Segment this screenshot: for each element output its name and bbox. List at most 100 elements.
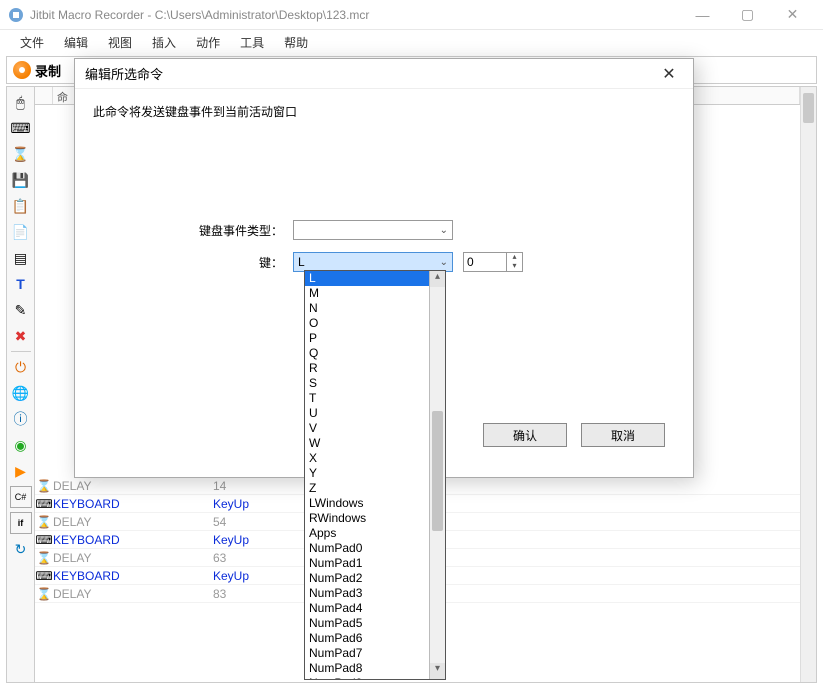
close-button[interactable]: ✕: [770, 1, 815, 29]
menu-help[interactable]: 帮助: [274, 31, 318, 54]
number-spinner[interactable]: ▴▾: [507, 252, 523, 272]
tool-table-icon[interactable]: ▤: [10, 247, 32, 269]
row-command: DELAY: [53, 479, 213, 493]
ok-button[interactable]: 确认: [483, 423, 567, 447]
dropdown-item[interactable]: NumPad3: [305, 586, 429, 601]
vertical-scrollbar[interactable]: [800, 87, 816, 682]
record-label: 录制: [35, 61, 61, 80]
app-icon: [8, 7, 24, 23]
left-toolbar: 🖱 ⌨ ⌛ 💾 📋 📄 ▤ T ✎ ✖ ⏻ 🌐 ⓘ ◉ ▶ C# if ↻: [7, 87, 35, 682]
dropdown-item[interactable]: O: [305, 316, 429, 331]
toolbar-separator: [11, 351, 31, 352]
row-icon: ⌨: [35, 533, 53, 547]
scroll-down-icon[interactable]: ▾: [430, 663, 445, 679]
dropdown-item[interactable]: NumPad4: [305, 601, 429, 616]
record-button[interactable]: 录制: [7, 59, 67, 82]
scroll-up-icon[interactable]: ▴: [430, 271, 445, 287]
row-command: DELAY: [53, 587, 213, 601]
dropdown-item[interactable]: RWindows: [305, 511, 429, 526]
event-type-select[interactable]: ⌄: [293, 220, 453, 240]
dropdown-item[interactable]: Q: [305, 346, 429, 361]
tool-globe-icon[interactable]: 🌐: [10, 382, 32, 404]
menu-file[interactable]: 文件: [10, 31, 54, 54]
cancel-button[interactable]: 取消: [581, 423, 665, 447]
tool-timer-icon[interactable]: ⌛: [10, 143, 32, 165]
maximize-button[interactable]: ▢: [725, 1, 770, 29]
dropdown-item[interactable]: W: [305, 436, 429, 451]
tool-mouse-icon[interactable]: 🖱: [10, 91, 32, 113]
chevron-down-icon: ⌄: [440, 257, 448, 268]
minimize-button[interactable]: ―: [680, 1, 725, 29]
dropdown-item[interactable]: R: [305, 361, 429, 376]
row-icon: ⌛: [35, 551, 53, 565]
dropdown-item[interactable]: L: [305, 271, 429, 286]
dropdown-item[interactable]: X: [305, 451, 429, 466]
dropdown-item[interactable]: NumPad9: [305, 676, 429, 680]
dropdown-item[interactable]: M: [305, 286, 429, 301]
dropdown-item[interactable]: NumPad8: [305, 661, 429, 676]
tool-power-icon[interactable]: ⏻: [10, 356, 32, 378]
dropdown-item[interactable]: V: [305, 421, 429, 436]
dialog-title: 编辑所选命令: [85, 64, 163, 83]
scrollbar-thumb[interactable]: [803, 93, 814, 123]
dialog-close-button[interactable]: ✕: [655, 60, 683, 88]
menu-insert[interactable]: 插入: [142, 31, 186, 54]
tool-clipboard-icon[interactable]: 📋: [10, 195, 32, 217]
row-icon: ⌛: [35, 515, 53, 529]
tool-info-icon[interactable]: ⓘ: [10, 408, 32, 430]
tool-x-icon[interactable]: ✖: [10, 325, 32, 347]
dropdown-item[interactable]: U: [305, 406, 429, 421]
menu-tools[interactable]: 工具: [230, 31, 274, 54]
tool-if-icon[interactable]: if: [10, 512, 32, 534]
row-command: KEYBOARD: [53, 533, 213, 547]
dropdown-item[interactable]: NumPad7: [305, 646, 429, 661]
dropdown-item[interactable]: N: [305, 301, 429, 316]
chevron-down-icon: ⌄: [440, 225, 448, 236]
tool-save-icon[interactable]: 💾: [10, 169, 32, 191]
row-command: KEYBOARD: [53, 569, 213, 583]
row-icon: ⌛: [35, 587, 53, 601]
dropdown-item[interactable]: LWindows: [305, 496, 429, 511]
row-command: DELAY: [53, 551, 213, 565]
key-value: L: [298, 255, 305, 269]
dropdown-scrollbar[interactable]: ▴ ▾: [429, 271, 445, 679]
tool-text-icon[interactable]: T: [10, 273, 32, 295]
row-value: KeyUp: [213, 497, 800, 511]
tool-play-icon[interactable]: ▶: [10, 460, 32, 482]
menu-edit[interactable]: 编辑: [54, 31, 98, 54]
tool-code-icon[interactable]: C#: [10, 486, 32, 508]
dropdown-item[interactable]: NumPad2: [305, 571, 429, 586]
tool-pencil-icon[interactable]: ✎: [10, 299, 32, 321]
dialog-titlebar: 编辑所选命令 ✕: [75, 59, 693, 89]
dropdown-item[interactable]: S: [305, 376, 429, 391]
row-value: 83: [213, 587, 800, 601]
menu-action[interactable]: 动作: [186, 31, 230, 54]
tool-refresh-icon[interactable]: ↻: [10, 538, 32, 560]
key-select[interactable]: L ⌄: [293, 252, 453, 272]
dropdown-scroll-thumb[interactable]: [432, 411, 443, 531]
row-value: 14: [213, 479, 800, 493]
dropdown-item[interactable]: NumPad5: [305, 616, 429, 631]
row-icon: ⌨: [35, 569, 53, 583]
menu-view[interactable]: 视图: [98, 31, 142, 54]
dropdown-item[interactable]: NumPad6: [305, 631, 429, 646]
row-icon: ⌨: [35, 497, 53, 511]
key-dropdown-list[interactable]: LMNOPQRSTUVWXYZLWindowsRWindowsAppsNumPa…: [304, 270, 446, 680]
tool-keyboard-icon[interactable]: ⌨: [10, 117, 32, 139]
row-value: KeyUp: [213, 533, 800, 547]
dropdown-item[interactable]: T: [305, 391, 429, 406]
event-type-label: 键盘事件类型：: [93, 222, 293, 239]
row-command: KEYBOARD: [53, 497, 213, 511]
dropdown-item[interactable]: Apps: [305, 526, 429, 541]
key-number-input[interactable]: 0: [463, 252, 507, 272]
dropdown-item[interactable]: Z: [305, 481, 429, 496]
tool-green-icon[interactable]: ◉: [10, 434, 32, 456]
dropdown-item[interactable]: Y: [305, 466, 429, 481]
tool-copy-icon[interactable]: 📄: [10, 221, 32, 243]
dropdown-item[interactable]: NumPad0: [305, 541, 429, 556]
dropdown-item[interactable]: P: [305, 331, 429, 346]
menubar: 文件 编辑 视图 插入 动作 工具 帮助: [0, 30, 823, 54]
spin-down-icon[interactable]: ▾: [507, 262, 522, 271]
row-value: 63: [213, 551, 800, 565]
dropdown-item[interactable]: NumPad1: [305, 556, 429, 571]
